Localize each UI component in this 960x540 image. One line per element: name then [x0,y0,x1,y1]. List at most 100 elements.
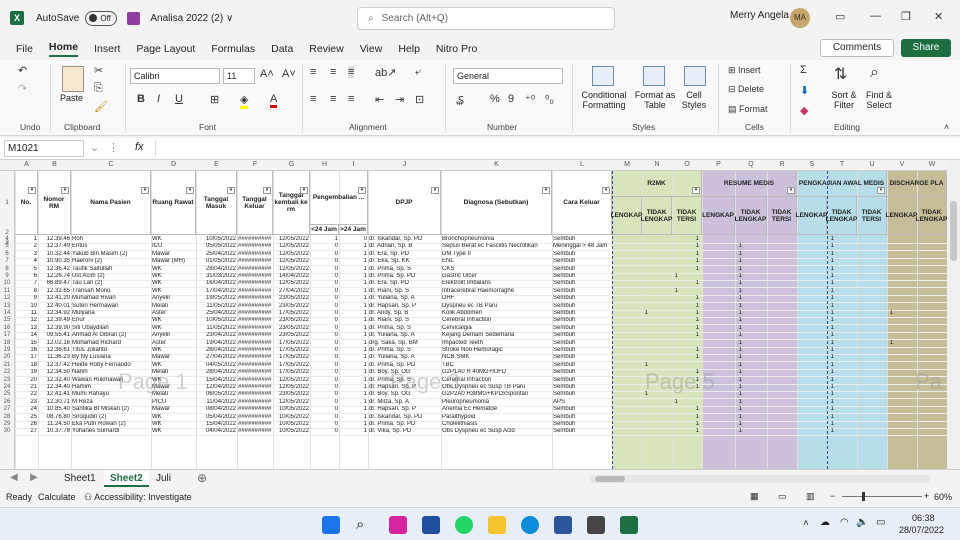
spreadsheet-grid[interactable]: ABCDEFGHIJKLMNOPQRSTUVW 123 No. Nomor RM N… [0,161,947,469]
save-icon[interactable] [127,11,141,25]
column-header[interactable]: L [552,161,612,168]
check-value[interactable]: 1 [730,391,742,398]
next-sheet-icon[interactable]: ▶ [30,472,38,483]
name-box-dropdown-icon[interactable]: ⌄ [90,141,99,154]
sort-filter-icon[interactable]: ⇅ [834,64,847,84]
copy-icon[interactable]: ⎘ [94,82,103,95]
column-header[interactable]: M [612,161,642,168]
header-cara-keluar[interactable]: Cara Keluar [552,171,612,235]
conditional-formatting-button[interactable]: Conditional Formatting [578,90,630,110]
header-tanggal-kembali[interactable]: Tanggal kembali ke rm [273,171,310,235]
format-as-table-icon[interactable] [643,66,665,86]
check-value[interactable]: 1 [730,273,742,280]
check-value[interactable]: 1 [730,406,742,413]
excel-taskbar-icon[interactable] [620,516,638,534]
row-number[interactable]: 26 [0,399,14,405]
comma-icon[interactable]: 9 [508,93,514,105]
check-value[interactable]: 1 [687,295,699,302]
cut-icon[interactable]: ✂ [94,64,103,77]
check-value[interactable]: 1 [730,258,742,265]
check-value[interactable]: 1 [730,384,742,391]
header-tidak-tersi[interactable]: TIDAK TERSI [767,197,797,235]
header-resume-medis[interactable]: RESUME MEDIS [702,171,797,197]
app-dark-icon[interactable] [587,516,605,534]
row-number[interactable]: 15 [0,317,14,323]
header-lt24[interactable]: <24 Jam [310,225,339,235]
check-value[interactable]: 1 [881,310,893,317]
column-header[interactable]: F [237,161,273,168]
comments-button[interactable]: Comments [820,39,894,57]
edge-icon[interactable] [521,516,539,534]
autosum-icon[interactable]: Σ [800,64,807,76]
filter-dropdown-icon[interactable]: ▾ [227,187,235,194]
file-explorer-icon[interactable] [488,516,506,534]
header-pengkajian-awal[interactable]: PENGKAJIAN AWAL MEDIS [797,171,887,197]
menu-insert[interactable]: Insert [94,43,120,55]
row-number[interactable]: 16 [0,325,14,331]
row-number[interactable]: 24 [0,384,14,390]
row-number[interactable]: 8 [0,266,14,272]
check-value[interactable]: 1 [822,377,834,384]
check-value[interactable]: 1 [822,317,834,324]
accessibility-status[interactable]: ⚇ Accessibility: Investigate [84,492,192,503]
undo-icon[interactable]: ↶ [18,64,27,77]
check-value[interactable]: 1 [687,325,699,332]
page-break-icon[interactable]: ▥ [806,491,815,502]
check-value[interactable]: 1 [730,399,742,406]
check-value[interactable]: 1 [730,280,742,287]
accounting-icon[interactable]: ₷ [456,93,464,108]
header-tidak[interactable]: TIDAK LENGKAP [916,197,947,235]
header-lengkap[interactable]: LENGKAP [611,197,642,235]
filter-dropdown-icon[interactable]: ▾ [61,187,69,194]
check-value[interactable]: 1 [822,295,834,302]
row-number[interactable]: 1 [0,199,14,206]
clock-time[interactable]: 06:38 [912,513,935,523]
add-sheet-icon[interactable]: ⊕ [197,471,207,485]
check-value[interactable]: 1 [822,384,834,391]
row-number[interactable]: 20 [0,354,14,360]
instagram-icon[interactable] [389,516,407,534]
check-value[interactable]: 1 [822,428,834,435]
check-value[interactable]: 1 [822,414,834,421]
orientation-icon[interactable]: ab↗ [375,66,396,79]
check-value[interactable]: 1 [822,399,834,406]
number-format-select[interactable]: General [453,68,563,84]
merge-icon[interactable]: ⊡ [415,93,424,106]
row-number[interactable]: 19 [0,347,14,353]
row-number[interactable]: 7 [0,258,14,264]
column-header[interactable]: E [196,161,237,168]
row-number[interactable]: 22 [0,369,14,375]
check-value[interactable]: 1 [822,369,834,376]
filter-dropdown-icon[interactable]: ▾ [186,187,194,194]
menu-page-layout[interactable]: Page Layout [136,43,195,55]
column-header[interactable]: S [797,161,827,168]
check-value[interactable]: 1 [822,303,834,310]
check-value[interactable]: 1 [822,391,834,398]
normal-view-icon[interactable]: ▦ [750,491,759,502]
align-center-icon[interactable]: ≡ [330,93,336,105]
header-tidak[interactable]: TIDAK LENGKAP [826,197,857,235]
font-color-icon[interactable]: A [270,93,278,108]
check-value[interactable]: 1 [687,317,699,324]
check-value[interactable]: 1 [687,251,699,258]
check-value[interactable]: 1 [687,347,699,354]
check-value[interactable]: 1 [730,347,742,354]
horizontal-scrollbar[interactable] [590,475,930,483]
decrease-font-icon[interactable]: A˅ [282,68,296,80]
check-value[interactable]: 1 [636,310,648,317]
prev-sheet-icon[interactable]: ◀ [10,472,18,483]
row-number[interactable]: 29 [0,421,14,427]
close-icon[interactable]: ✕ [934,10,943,23]
check-value[interactable]: 1 [822,332,834,339]
column-header[interactable]: B [38,161,71,168]
check-value[interactable]: 1 [730,377,742,384]
conditional-formatting-icon[interactable] [592,66,614,86]
check-value[interactable]: 1 [687,266,699,273]
header-gt24[interactable]: >24 Jam [339,225,368,235]
check-value[interactable]: 1 [687,310,699,317]
clock-date[interactable]: 28/07/2022 [899,525,944,535]
check-value[interactable]: 1 [687,421,699,428]
menu-home[interactable]: Home [48,41,79,57]
check-value[interactable]: 1 [687,258,699,265]
check-value[interactable]: 1 [822,288,834,295]
